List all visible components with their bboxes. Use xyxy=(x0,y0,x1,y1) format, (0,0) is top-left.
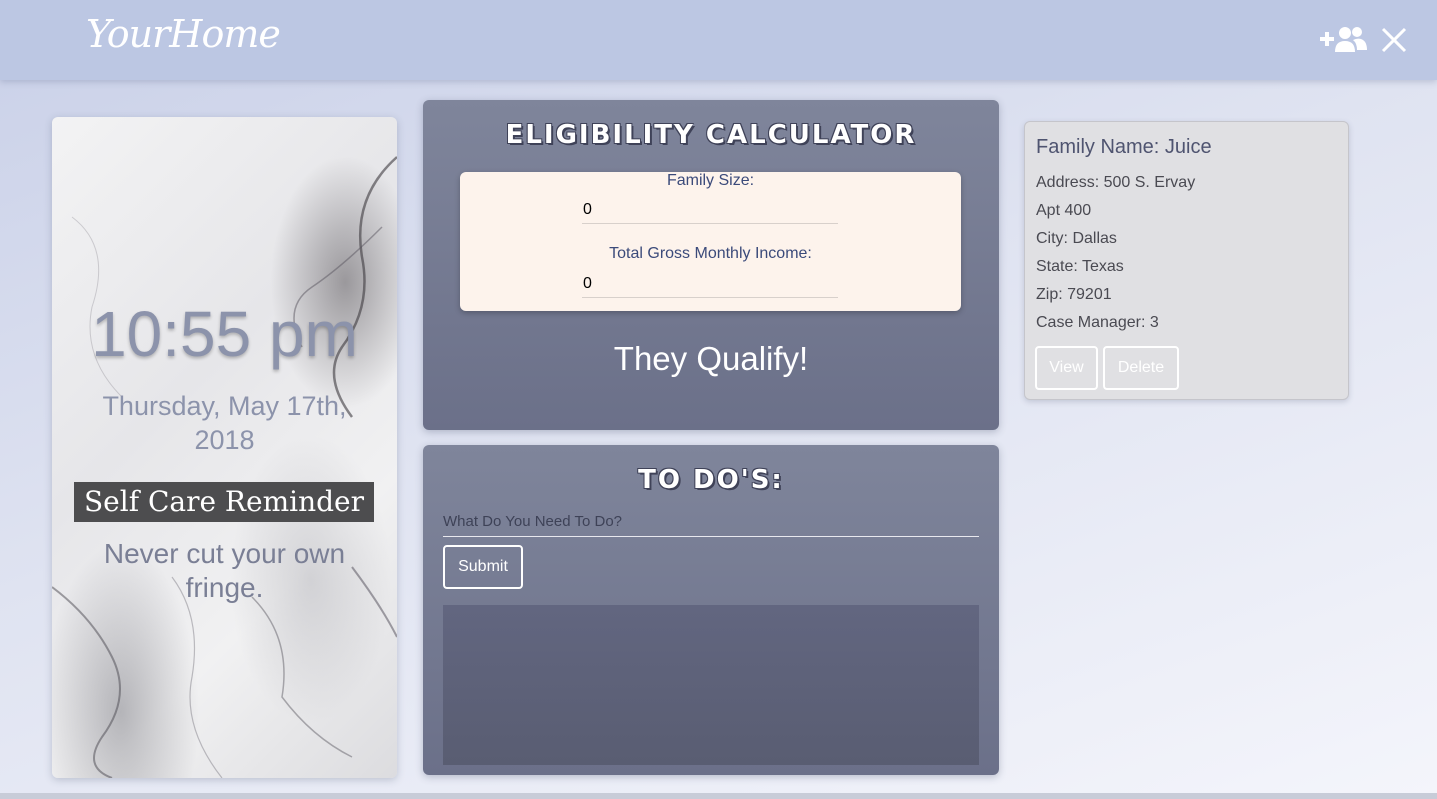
income-input[interactable] xyxy=(582,270,838,298)
family-card: Family Name: Juice Address: 500 S. Ervay… xyxy=(1024,121,1349,400)
submit-button[interactable]: Submit xyxy=(443,545,523,589)
close-icon[interactable] xyxy=(1380,26,1408,54)
family-name: Family Name: Juice xyxy=(1036,136,1212,158)
brand-logo[interactable]: YourHome xyxy=(86,12,281,56)
todo-list xyxy=(443,605,979,765)
family-size-label: Family Size: xyxy=(666,172,755,189)
clock-card: 10:55 pm Thursday, May 17th, 2018 Self C… xyxy=(52,117,397,778)
todo-input[interactable] xyxy=(443,507,979,537)
eligibility-result: They Qualify! xyxy=(613,340,809,377)
todo-heading: TO DO'S: xyxy=(638,465,784,495)
bottom-scroll-strip xyxy=(0,793,1437,799)
family-size-input[interactable] xyxy=(582,196,838,224)
family-state: State: Texas xyxy=(1036,258,1124,275)
todo-card: TO DO'S: Submit xyxy=(423,445,999,775)
family-address: Address: 500 S. Ervay xyxy=(1036,174,1196,191)
eligibility-calculator-card: ELIGIBILITY CALCULATOR Family Size: Tota… xyxy=(423,100,999,430)
clock-date: Thursday, May 17th, 2018 xyxy=(102,391,347,455)
reminder-text: Never cut your own fringe. xyxy=(103,538,346,603)
view-button[interactable]: View xyxy=(1035,346,1098,390)
income-label: Total Gross Monthly Income: xyxy=(609,245,812,262)
family-case-manager: Case Manager: 3 xyxy=(1036,314,1159,331)
delete-button[interactable]: Delete xyxy=(1103,346,1179,390)
family-zip: Zip: 79201 xyxy=(1036,286,1112,303)
navbar: YourHome xyxy=(0,0,1437,80)
add-group-icon[interactable] xyxy=(1320,24,1368,54)
reminder-title: Self Care Reminder xyxy=(74,482,374,522)
clock-time: 10:55 pm xyxy=(91,298,358,370)
family-apt: Apt 400 xyxy=(1036,202,1092,219)
eligibility-heading: ELIGIBILITY CALCULATOR xyxy=(505,120,917,150)
eligibility-form: Family Size: Total Gross Monthly Income: xyxy=(460,172,961,311)
family-city: City: Dallas xyxy=(1036,230,1117,247)
